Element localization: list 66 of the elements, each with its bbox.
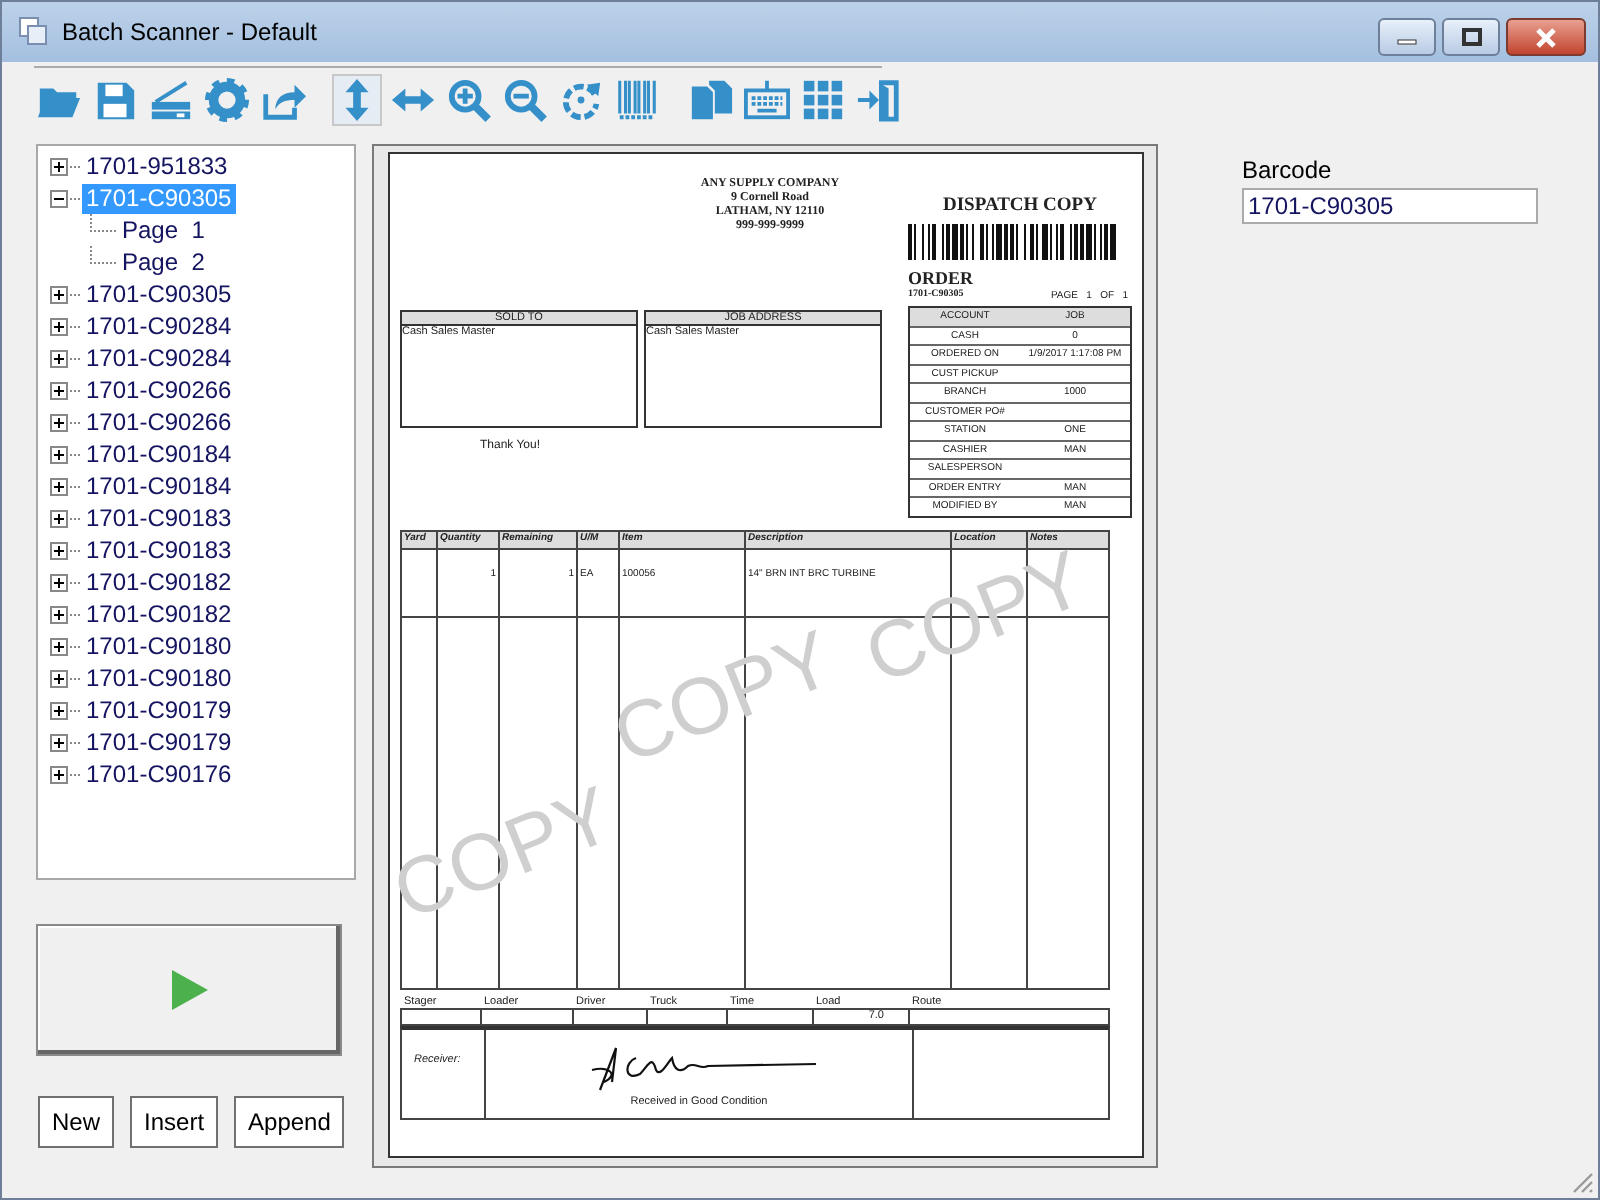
- expand-icon[interactable]: [50, 765, 68, 783]
- tree-item[interactable]: 1701-951833: [82, 151, 232, 181]
- tree-item[interactable]: Page 1: [118, 215, 209, 245]
- expand-icon[interactable]: [50, 701, 68, 719]
- expand-icon[interactable]: [50, 445, 68, 463]
- collapse-icon[interactable]: [50, 189, 68, 207]
- tree-item[interactable]: 1701-C90182: [82, 567, 236, 597]
- close-icon: [1534, 27, 1558, 47]
- expand-icon[interactable]: [50, 157, 68, 175]
- play-icon: [169, 968, 209, 1012]
- tree-item[interactable]: Page 2: [118, 247, 209, 277]
- tree-item[interactable]: 1701-C90183: [82, 535, 236, 565]
- insert-button[interactable]: Insert: [130, 1096, 219, 1148]
- tree-item[interactable]: 1701-C90266: [82, 375, 236, 405]
- expand-icon[interactable]: [50, 349, 68, 367]
- settings-icon[interactable]: [202, 74, 252, 126]
- zoom-in-icon[interactable]: [444, 74, 494, 126]
- zoom-out-icon[interactable]: [500, 74, 550, 126]
- tree-item[interactable]: 1701-C90176: [82, 759, 236, 789]
- tree-item[interactable]: 1701-C90284: [82, 343, 236, 373]
- expand-icon[interactable]: [50, 733, 68, 751]
- blank-cell: [572, 1007, 646, 1025]
- expand-icon[interactable]: [50, 573, 68, 591]
- tree-item[interactable]: 1701-C90266: [82, 407, 236, 437]
- expand-icon[interactable]: [50, 637, 68, 655]
- window-title: Batch Scanner - Default: [62, 18, 319, 46]
- tree-item[interactable]: 1701-C90184: [82, 471, 236, 501]
- vertical-arrows-icon[interactable]: [332, 74, 382, 126]
- maximize-icon: [1459, 27, 1483, 47]
- expand-icon[interactable]: [50, 509, 68, 527]
- blank-cell: [400, 1007, 480, 1025]
- close-button[interactable]: [1506, 18, 1586, 56]
- tree-item[interactable]: 1701-C90305: [82, 279, 236, 309]
- exit-icon[interactable]: [854, 74, 904, 126]
- play-button[interactable]: [36, 924, 342, 1056]
- expand-icon[interactable]: [50, 317, 68, 335]
- document-title: DISPATCH COPY: [941, 196, 1099, 216]
- minimize-button[interactable]: [1378, 18, 1436, 56]
- resize-grip-icon[interactable]: [1570, 1170, 1594, 1194]
- order-heading: ORDER: [908, 268, 976, 288]
- expand-icon[interactable]: [50, 669, 68, 687]
- new-button[interactable]: New: [38, 1096, 115, 1148]
- tree-item[interactable]: 1701-C90182: [82, 599, 236, 629]
- blank-cell: [646, 1007, 726, 1025]
- tree-item[interactable]: 1701-C90183: [82, 503, 236, 533]
- expand-icon[interactable]: [50, 381, 68, 399]
- append-button[interactable]: Append: [234, 1096, 345, 1148]
- blank-cell: [726, 1007, 812, 1025]
- tree-item[interactable]: 1701-C90284: [82, 311, 236, 341]
- expand-icon[interactable]: [50, 605, 68, 623]
- expand-icon[interactable]: [50, 285, 68, 303]
- tree-item[interactable]: 1701-C90179: [82, 727, 236, 757]
- expand-icon[interactable]: [50, 541, 68, 559]
- tree-item[interactable]: 1701-C90184: [82, 439, 236, 469]
- copy-watermark-text: COPY: [390, 774, 624, 934]
- barcode-field[interactable]: 1701-C90305: [1242, 188, 1538, 224]
- copy-watermark-text: COPY: [603, 618, 844, 778]
- expand-icon[interactable]: [50, 477, 68, 495]
- tree-item[interactable]: 1701-C90179: [82, 695, 236, 725]
- barcode-label: Barcode: [1242, 156, 1334, 184]
- blank-cell: [480, 1007, 572, 1025]
- tree-item[interactable]: 1701-C90180: [82, 663, 236, 693]
- tree-item[interactable]: 1701-C90180: [82, 631, 236, 661]
- maximize-button[interactable]: [1442, 18, 1500, 56]
- app-icon: [18, 16, 50, 48]
- expand-icon[interactable]: [50, 413, 68, 431]
